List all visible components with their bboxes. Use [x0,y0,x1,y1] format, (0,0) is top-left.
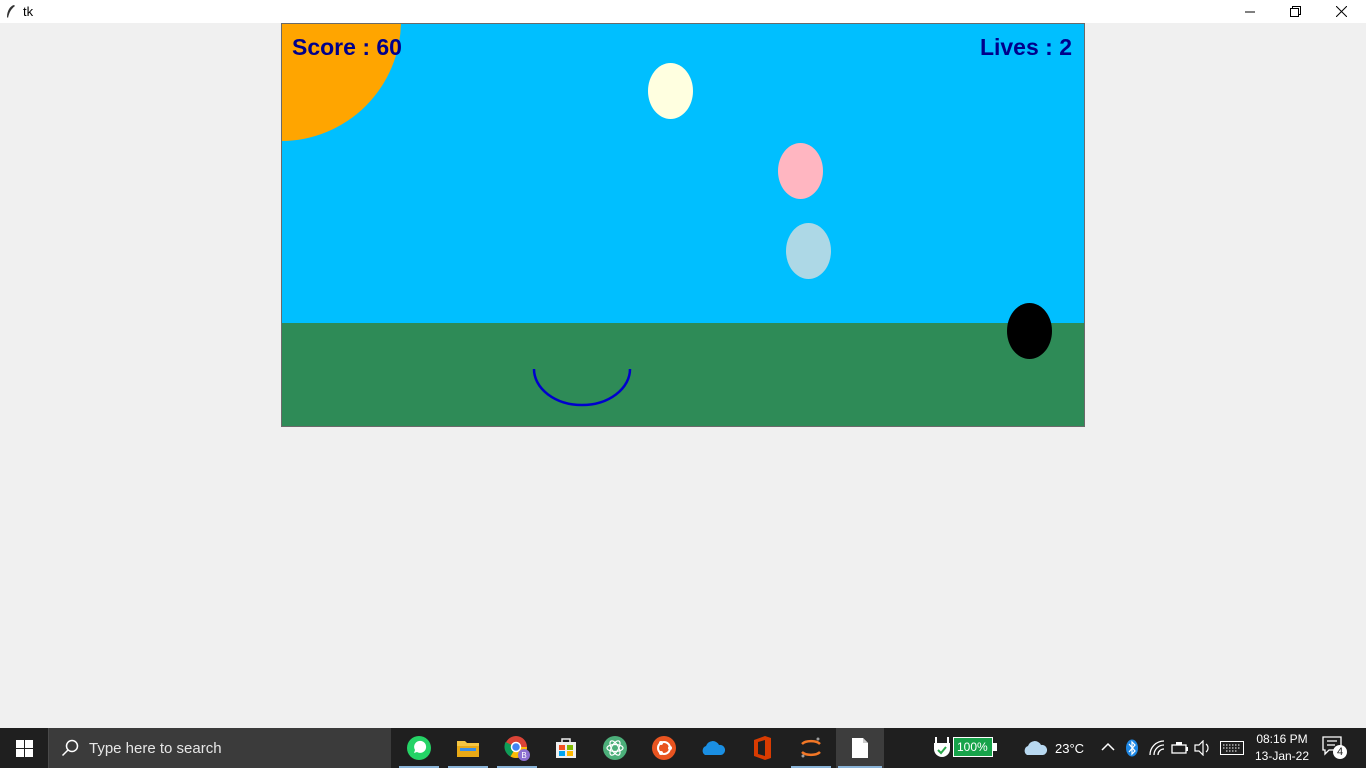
battery-indicator[interactable]: 100% [953,737,993,757]
jupyter-icon [801,737,821,758]
taskbar-app-whatsapp[interactable] [396,728,442,768]
falling-ball-pink [778,143,823,199]
game-canvas[interactable]: Score : 60 Lives : 2 [281,23,1085,427]
ground [282,323,1084,426]
taskbar-app-ubuntu[interactable] [641,728,687,768]
score-label: Score : 60 [292,34,402,60]
taskbar-app-jupyter[interactable] [788,728,834,768]
notification-count: 4 [1336,746,1344,758]
notification-icon [1322,736,1347,759]
notification-center-button[interactable]: 4 [1322,736,1348,765]
chevron-up-icon[interactable] [1101,742,1115,752]
start-button[interactable] [0,728,48,768]
search-placeholder: Type here to search [89,740,222,757]
taskbar-app-notepad[interactable] [836,728,884,768]
falling-ball-black [1007,303,1052,359]
store-icon [556,738,576,758]
whatsapp-icon [407,736,431,760]
battery-percentage: 100% [957,740,988,754]
bluetooth-icon[interactable] [1125,739,1139,757]
minimize-icon [1245,11,1255,12]
battery-tray-icon[interactable] [1171,740,1189,756]
close-button[interactable] [1318,0,1364,23]
taskbar-app-office[interactable] [739,728,785,768]
window-title: tk [23,4,34,19]
weather-temperature[interactable]: 23°C [1055,741,1084,756]
falling-ball-light-blue [786,223,831,279]
search-icon [61,739,79,757]
office-icon [754,736,771,760]
window-titlebar: tk [0,0,1366,23]
notepad-icon [852,738,868,758]
restore-button[interactable] [1272,0,1318,23]
minimize-button[interactable] [1227,0,1273,23]
clock-time: 08:16 PM [1256,732,1308,746]
tk-feather-icon [7,5,15,18]
close-icon [1335,6,1347,17]
taskbar-search-box[interactable]: Type here to search [48,728,391,768]
taskbar-app-file-explorer[interactable] [445,728,491,768]
taskbar-app-store[interactable] [543,728,589,768]
taskbar-clock[interactable]: 08:16 PM 13-Jan-22 [1248,731,1316,765]
chrome-icon: B [504,736,530,761]
keyboard-icon[interactable] [1220,741,1244,755]
volume-icon[interactable] [1194,740,1212,756]
falling-ball-cream [648,63,693,119]
clock-date: 13-Jan-22 [1254,749,1310,763]
restore-icon [1289,6,1301,17]
taskbar-app-onedrive[interactable] [690,728,736,768]
weather-cloud-icon[interactable] [1022,739,1048,757]
battery-tip [993,743,997,751]
wifi-icon[interactable] [1148,739,1166,757]
taskbar-app-chrome[interactable]: B [494,728,540,768]
chrome-profile-badge: B [521,751,526,760]
windows-logo-icon [15,739,33,757]
taskbar-app-atom[interactable] [592,728,638,768]
onedrive-icon [702,741,726,755]
ubuntu-icon [652,736,676,760]
atom-icon [603,736,627,760]
file-explorer-icon [457,741,479,757]
taskbar: Type here to search B 100% 23°C 08:16 PM… [0,728,1366,768]
power-shield-icon[interactable] [933,736,951,760]
lives-label: Lives : 2 [979,34,1072,60]
catcher-basket[interactable] [532,367,632,407]
